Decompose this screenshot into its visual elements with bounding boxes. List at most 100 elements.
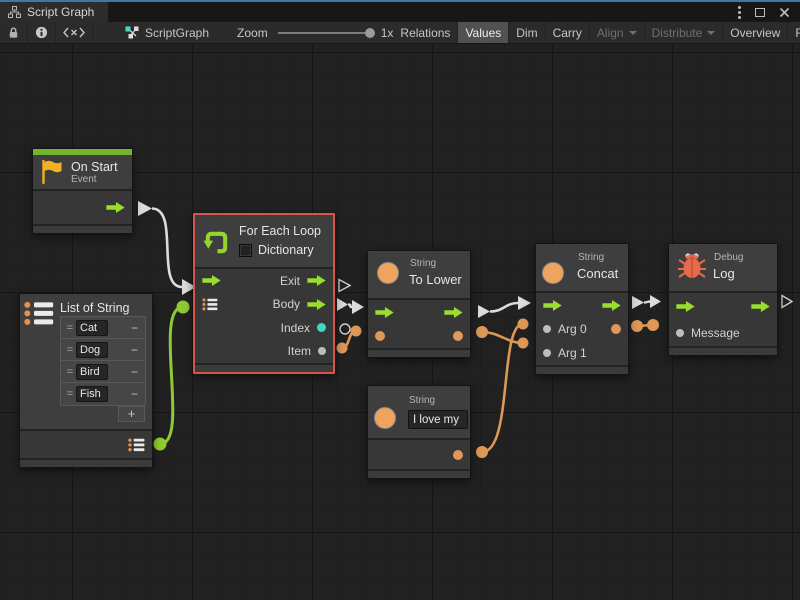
zoom-label: Zoom — [237, 26, 268, 40]
node-category: String — [410, 258, 436, 269]
wire-ball — [177, 301, 190, 314]
flow-stub-body[interactable] — [337, 298, 348, 311]
string-output-port[interactable] — [453, 331, 463, 341]
flow-stub-on-start[interactable] — [138, 201, 152, 216]
list-item-input[interactable] — [76, 386, 108, 402]
node-for-each-loop[interactable]: For Each Loop Dictionary Exit — [193, 213, 335, 374]
flow-stub-concat[interactable] — [632, 296, 644, 309]
message-input-port[interactable] — [676, 329, 684, 337]
node-footer — [368, 469, 470, 478]
add-item-button[interactable]: + — [118, 406, 145, 422]
node-title: For Each Loop — [239, 224, 321, 238]
trigger-output-port[interactable] — [751, 301, 770, 312]
flow-arrow-log-enter — [650, 295, 661, 308]
drag-handle[interactable]: = — [64, 366, 76, 378]
node-concat[interactable]: String Concat Arg 0 Arg 1 — [535, 243, 629, 375]
node-debug-log[interactable]: Debug Log Message — [668, 243, 778, 356]
node-list-of-string[interactable]: List of String = − = − = — [19, 293, 153, 468]
values-button[interactable]: Values — [458, 22, 509, 43]
wire-concat-to-message[interactable] — [637, 325, 653, 326]
padlock-icon — [7, 26, 20, 39]
node-title: Log — [713, 266, 735, 281]
wire-to-lower-to-concat[interactable] — [490, 303, 518, 312]
maximize-icon[interactable] — [755, 8, 765, 17]
exit-output-port[interactable] — [307, 275, 326, 286]
wire-item-value[interactable] — [342, 331, 356, 348]
wire-concat-to-log[interactable] — [644, 302, 650, 303]
arg1-input-port[interactable] — [543, 349, 551, 357]
trigger-input-port[interactable] — [676, 301, 695, 312]
orange-circle-icon — [374, 407, 396, 429]
body-output-port[interactable] — [307, 299, 326, 310]
remove-item-button[interactable]: − — [127, 387, 142, 401]
lock-button[interactable] — [0, 22, 28, 43]
relations-button[interactable]: Relations — [393, 22, 458, 43]
port-label-index: Index — [281, 321, 310, 335]
fullscreen-button[interactable]: Full Screen — [788, 22, 800, 43]
inspect-button[interactable] — [28, 22, 56, 43]
remove-item-button[interactable]: − — [127, 343, 142, 357]
item-output-port[interactable] — [318, 347, 326, 355]
arg0-input-port[interactable] — [543, 325, 551, 333]
list-item-input[interactable] — [76, 320, 108, 336]
trigger-input-port[interactable] — [543, 300, 562, 311]
node-category: String — [409, 395, 435, 406]
trigger-output-port[interactable] — [444, 307, 463, 318]
kebab-menu-icon[interactable] — [738, 6, 741, 19]
node-to-lower[interactable]: String To Lower — [367, 250, 471, 358]
carry-button[interactable]: Carry — [546, 22, 590, 43]
node-title: Concat — [577, 266, 618, 281]
overview-button[interactable]: Overview — [723, 22, 788, 43]
wire-ball — [476, 446, 488, 458]
wire-list-to-for-each[interactable] — [160, 307, 183, 444]
distribute-label: Distribute — [652, 26, 703, 40]
unconnected-exit-triangle[interactable] — [339, 280, 350, 292]
port-label-arg0: Arg 0 — [558, 322, 587, 336]
code-view-button[interactable] — [56, 22, 93, 43]
close-icon[interactable] — [779, 7, 790, 18]
string-value-input[interactable] — [408, 410, 468, 429]
dictionary-checkbox[interactable] — [239, 244, 252, 257]
flag-icon — [39, 159, 64, 185]
graph-canvas[interactable]: On Start Event List of String = — [0, 44, 800, 600]
list-item-input[interactable] — [76, 364, 108, 380]
string-input-port[interactable] — [375, 331, 385, 341]
wire-to-lower-to-arg1[interactable] — [482, 332, 523, 343]
unconnected-log-exit-triangle[interactable] — [782, 296, 792, 308]
dim-button[interactable]: Dim — [509, 22, 545, 43]
list-output-port[interactable] — [128, 438, 145, 452]
trigger-input-port[interactable] — [375, 307, 394, 318]
result-output-port[interactable] — [611, 324, 621, 334]
trigger-output-port[interactable] — [106, 202, 125, 213]
drag-handle[interactable]: = — [64, 344, 76, 356]
collection-input-port[interactable] — [202, 298, 218, 311]
string-output-port[interactable] — [453, 450, 463, 460]
remove-item-button[interactable]: − — [127, 365, 142, 379]
wire-literal-to-arg0[interactable] — [482, 324, 523, 452]
align-button[interactable]: Align — [590, 22, 645, 43]
node-string-literal[interactable]: String — [367, 385, 471, 479]
tab-script-graph[interactable]: Script Graph — [0, 2, 108, 22]
wire-body-to-to-lower[interactable] — [348, 305, 352, 308]
wire-on-start-to-for-each[interactable] — [152, 209, 182, 288]
remove-item-button[interactable]: − — [127, 321, 142, 335]
graph-breadcrumb[interactable]: ScriptGraph — [119, 22, 215, 43]
code-brackets-icon — [63, 27, 85, 38]
unconnected-index-circle[interactable] — [340, 324, 350, 334]
graph-name: ScriptGraph — [145, 26, 209, 40]
flow-stub-to-lower[interactable] — [478, 305, 490, 318]
drag-handle[interactable]: = — [64, 388, 76, 400]
distribute-button[interactable]: Distribute — [645, 22, 724, 43]
node-title: On Start — [71, 160, 118, 174]
node-on-start[interactable]: On Start Event — [32, 148, 133, 234]
orange-circle-icon — [377, 262, 399, 284]
trigger-input-port[interactable] — [202, 275, 221, 286]
drag-handle[interactable]: = — [64, 322, 76, 334]
trigger-output-port[interactable] — [602, 300, 621, 311]
list-item-input[interactable] — [76, 342, 108, 358]
wire-ball — [351, 326, 362, 337]
zoom-slider[interactable] — [278, 32, 373, 34]
index-output-port[interactable] — [317, 323, 326, 332]
zoom-slider-handle[interactable] — [365, 28, 375, 38]
node-footer — [669, 346, 777, 355]
